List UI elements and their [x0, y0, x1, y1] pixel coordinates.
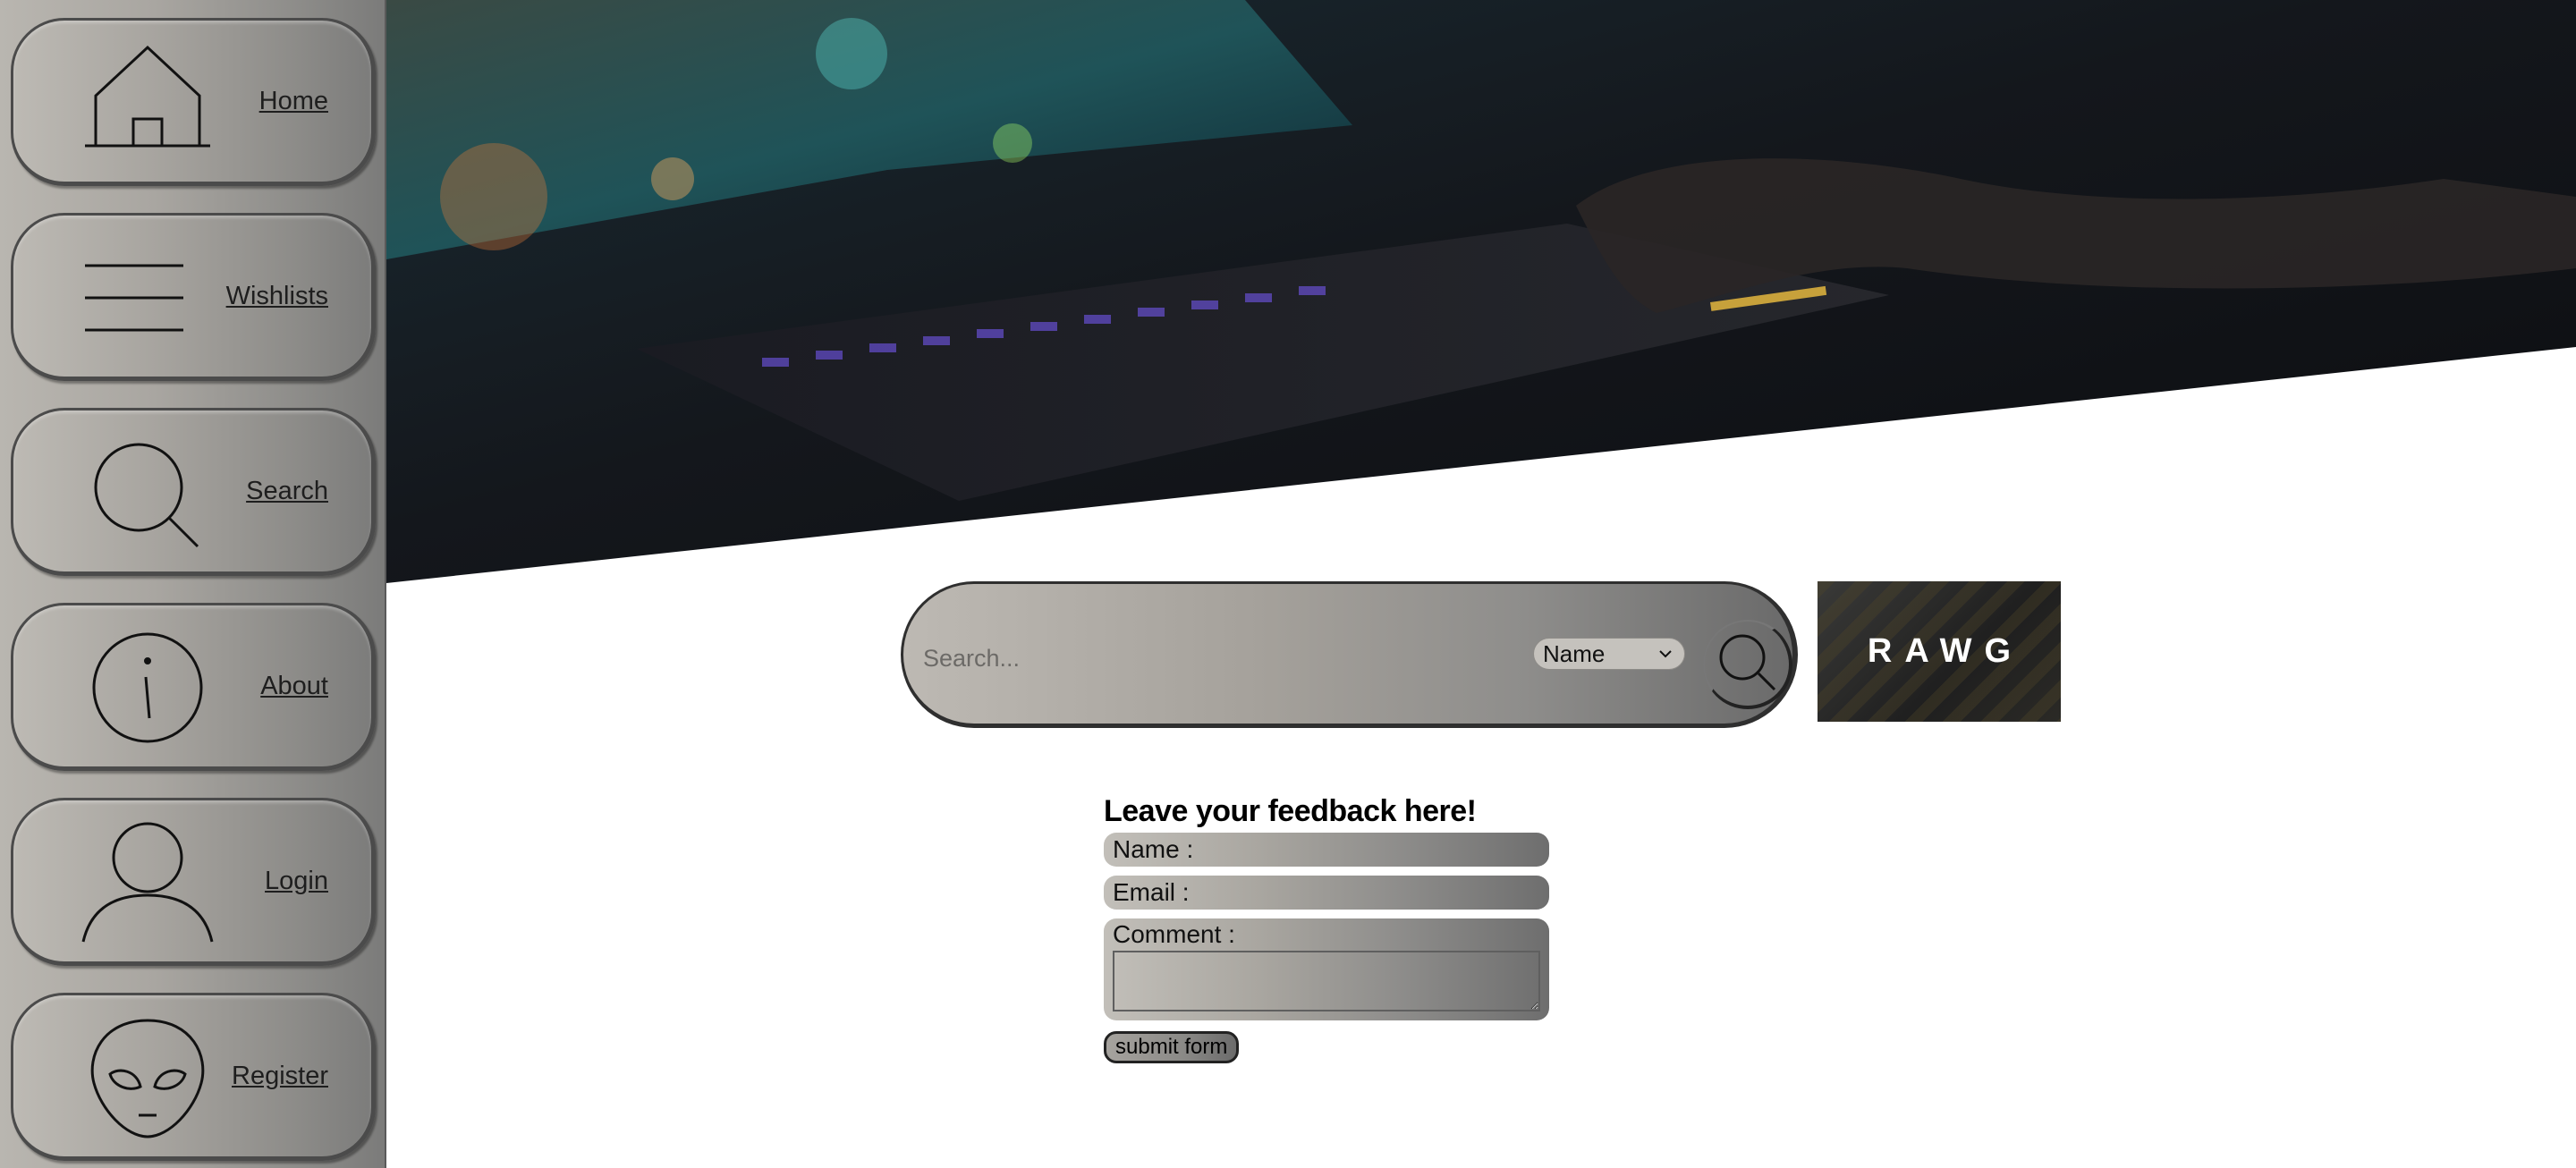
rawg-logo-text: RAWG — [1867, 632, 2024, 670]
sidebar-item-about[interactable]: About — [11, 603, 376, 771]
comment-textarea[interactable] — [1113, 951, 1540, 1011]
menu-icon — [67, 235, 228, 360]
home-icon — [67, 40, 228, 165]
hero-image — [386, 0, 2576, 583]
email-label: Email : — [1113, 878, 1190, 906]
sidebar-item-label: Search — [246, 476, 328, 505]
sidebar-item-login[interactable]: Login — [11, 798, 376, 966]
comment-label: Comment : — [1113, 920, 1235, 948]
sidebar-item-label: About — [260, 671, 328, 700]
search-icon — [1719, 634, 1776, 691]
feedback-form: Leave your feedback here! Name : Email :… — [1104, 794, 1551, 1063]
search-bar: Name — [901, 581, 1798, 728]
search-filter-value: Name — [1543, 639, 1606, 667]
sidebar-item-wishlists[interactable]: Wishlists — [11, 213, 376, 381]
search-icon — [67, 430, 228, 555]
hero-banner — [386, 0, 2576, 590]
rawg-logo[interactable]: RAWG — [1818, 581, 2061, 722]
feedback-title: Leave your feedback here! — [1104, 794, 1477, 828]
search-input[interactable] — [921, 638, 1497, 679]
search-filter-select[interactable]: Name — [1533, 638, 1685, 670]
sidebar-item-home[interactable]: Home — [11, 18, 376, 186]
sidebar-item-search[interactable]: Search — [11, 408, 376, 576]
sidebar-item-label: Login — [265, 866, 328, 895]
user-icon — [67, 820, 228, 945]
name-label: Name : — [1113, 835, 1194, 863]
chevron-down-icon — [1659, 650, 1672, 658]
alien-icon — [67, 1015, 228, 1140]
sidebar: Home Wishlists Search About Login Regist… — [0, 0, 386, 1168]
sidebar-item-label: Home — [258, 86, 328, 115]
name-field[interactable]: Name : — [1104, 833, 1549, 867]
page: Home Wishlists Search About Login Regist… — [0, 0, 2576, 1168]
sidebar-item-label: Wishlists — [225, 281, 328, 310]
email-field[interactable]: Email : — [1104, 876, 1549, 910]
search-button[interactable] — [1703, 620, 1792, 709]
sidebar-item-register[interactable]: Register — [11, 993, 376, 1161]
sidebar-item-label: Register — [232, 1061, 328, 1090]
submit-button[interactable]: submit form — [1104, 1031, 1240, 1063]
comment-field: Comment : — [1104, 918, 1549, 1020]
info-icon — [67, 625, 228, 750]
